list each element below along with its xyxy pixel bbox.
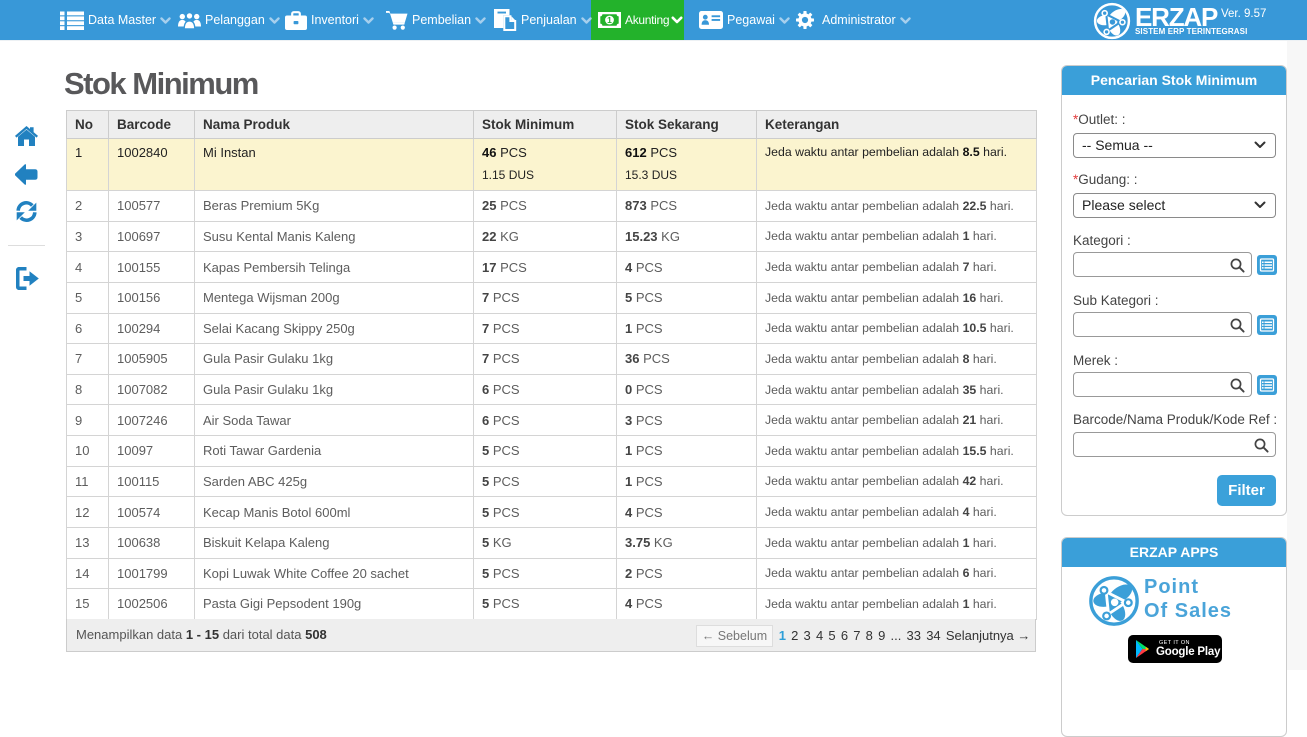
- svg-text:1: 1: [607, 15, 612, 25]
